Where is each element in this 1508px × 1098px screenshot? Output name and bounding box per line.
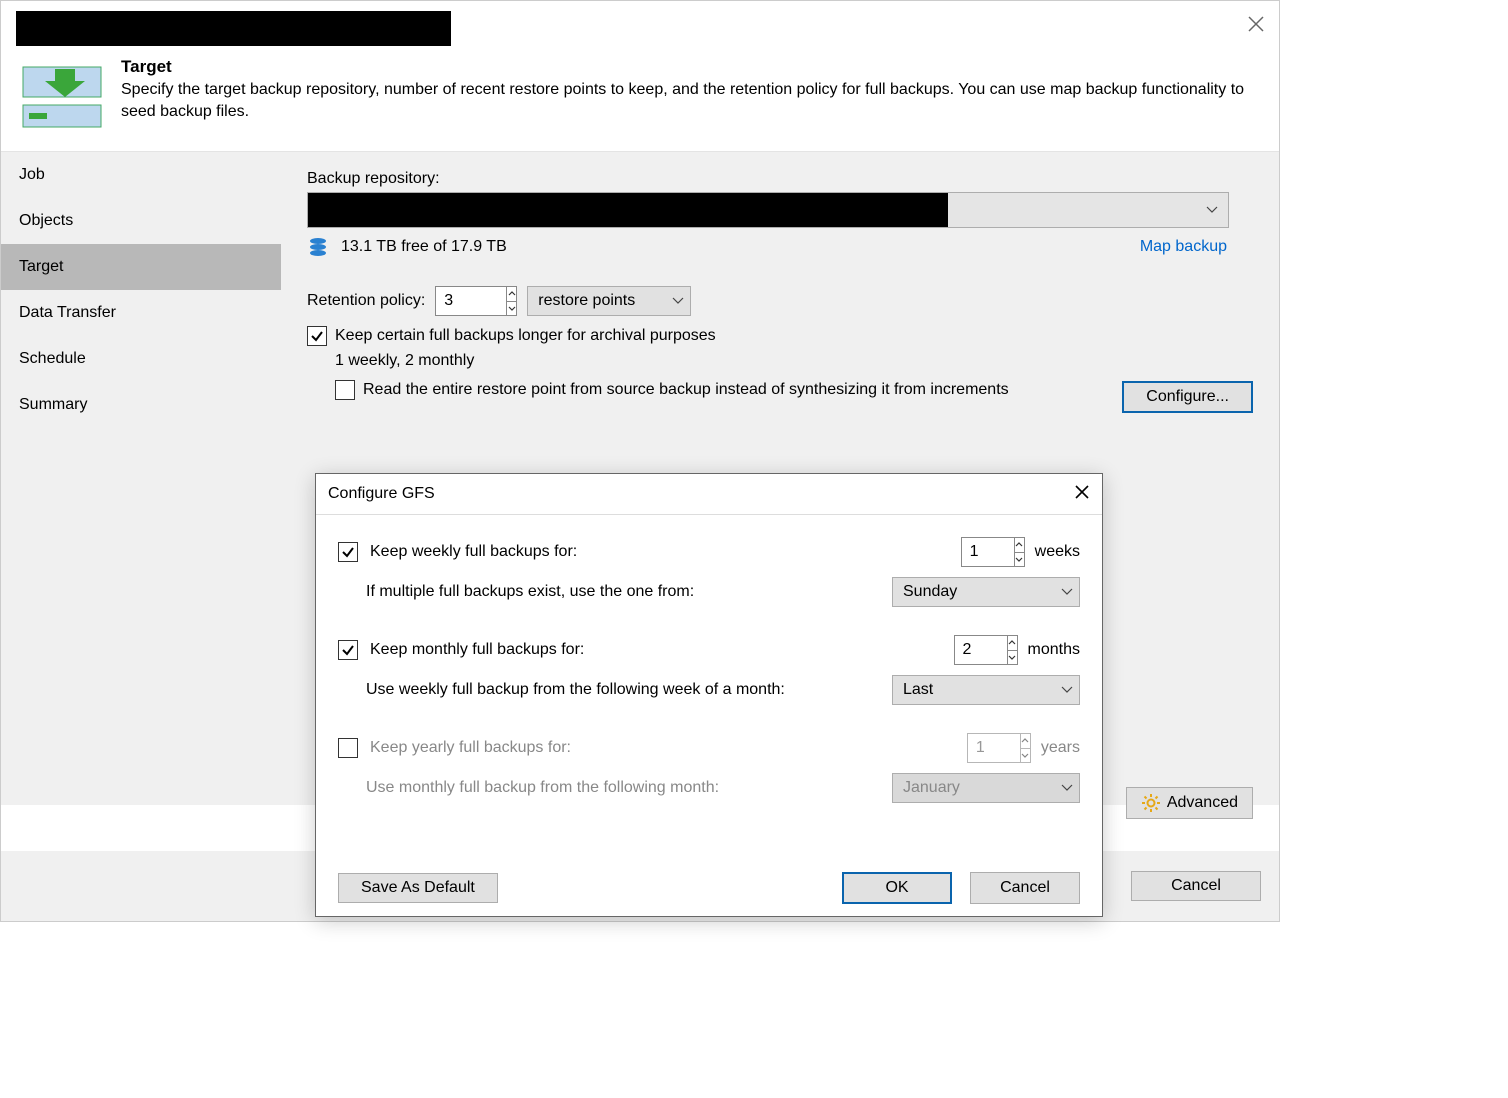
- dialog-close-button[interactable]: [1074, 484, 1090, 505]
- spinner-down-icon[interactable]: [1015, 553, 1024, 567]
- read-entire-label: Read the entire restore point from sourc…: [363, 381, 1009, 399]
- gfs-enable-checkbox[interactable]: [307, 326, 327, 346]
- gfs-yearly-label: Keep yearly full backups for:: [370, 739, 571, 757]
- spinner-down-icon: [1021, 749, 1030, 763]
- nav-item-data-transfer[interactable]: Data Transfer: [1, 290, 281, 336]
- chevron-down-icon: [1196, 193, 1228, 227]
- gfs-enable-label: Keep certain full backups longer for arc…: [335, 327, 716, 345]
- spinner-up-icon[interactable]: [1008, 636, 1017, 651]
- gfs-summary-text: 1 weekly, 2 monthly: [335, 352, 1253, 370]
- window-cancel-button[interactable]: Cancel: [1131, 871, 1261, 901]
- nav-item-job[interactable]: Job: [1, 152, 281, 198]
- backup-job-window: Target Specify the target backup reposit…: [0, 0, 1280, 922]
- gfs-yearly-unit: years: [1041, 739, 1080, 757]
- gfs-weekly-label: Keep weekly full backups for:: [370, 543, 577, 561]
- dialog-title: Configure GFS: [328, 485, 435, 503]
- gfs-weekly-checkbox[interactable]: [338, 542, 358, 562]
- gfs-yearly-month-dropdown: January: [892, 773, 1080, 803]
- gfs-weekly-day-dropdown[interactable]: Sunday: [892, 577, 1080, 607]
- page-description: Specify the target backup repository, nu…: [121, 79, 1265, 122]
- gfs-monthly-week-value: Last: [903, 681, 1061, 699]
- window-title-redacted: [16, 11, 451, 46]
- chevron-down-icon: [1061, 583, 1073, 601]
- gfs-weekly-spinner[interactable]: [961, 537, 1025, 567]
- configure-button[interactable]: Configure...: [1122, 381, 1253, 413]
- spinner-down-icon[interactable]: [507, 302, 516, 316]
- gfs-yearly-month-value: January: [903, 779, 1061, 797]
- free-space-text: 13.1 TB free of 17.9 TB: [341, 238, 507, 256]
- nav-item-objects[interactable]: Objects: [1, 198, 281, 244]
- backup-repository-dropdown[interactable]: [307, 192, 1229, 228]
- nav-item-schedule[interactable]: Schedule: [1, 336, 281, 382]
- configure-gfs-dialog: Configure GFS Keep weekly full backups f…: [315, 473, 1103, 917]
- gfs-monthly-spinner[interactable]: [954, 635, 1018, 665]
- gfs-monthly-week-dropdown[interactable]: Last: [892, 675, 1080, 705]
- target-header-icon: [15, 57, 105, 137]
- gfs-weekly-value[interactable]: [962, 538, 1014, 566]
- nav-item-target[interactable]: Target: [1, 244, 281, 290]
- close-icon: [1074, 484, 1090, 500]
- gfs-monthly-unit: months: [1028, 641, 1080, 659]
- retention-value-spinner[interactable]: [435, 286, 517, 316]
- close-icon: [1247, 15, 1265, 33]
- gfs-weekly-sub-label: If multiple full backups exist, use the …: [366, 583, 694, 601]
- gfs-weekly-unit: weeks: [1035, 543, 1080, 561]
- map-backup-link[interactable]: Map backup: [1140, 238, 1227, 256]
- retention-policy-label: Retention policy:: [307, 292, 425, 310]
- gfs-monthly-value[interactable]: [955, 636, 1007, 664]
- save-as-default-button[interactable]: Save As Default: [338, 873, 498, 903]
- spinner-up-icon[interactable]: [1015, 538, 1024, 553]
- spinner-down-icon[interactable]: [1008, 651, 1017, 665]
- nav-item-summary[interactable]: Summary: [1, 382, 281, 428]
- backup-repository-label: Backup repository:: [307, 170, 1253, 188]
- advanced-button[interactable]: Advanced: [1126, 787, 1253, 819]
- gfs-monthly-checkbox[interactable]: [338, 640, 358, 660]
- chevron-down-icon: [1061, 779, 1073, 797]
- gfs-yearly-sub-label: Use monthly full backup from the followi…: [366, 779, 719, 797]
- gfs-yearly-spinner: [967, 733, 1031, 763]
- gfs-monthly-label: Keep monthly full backups for:: [370, 641, 584, 659]
- gear-icon: [1141, 793, 1161, 813]
- dialog-ok-button[interactable]: OK: [842, 872, 952, 904]
- chevron-down-icon: [1061, 681, 1073, 699]
- gfs-monthly-group: Keep monthly full backups for: months: [338, 635, 1080, 705]
- spinner-up-icon[interactable]: [507, 287, 516, 302]
- advanced-button-label: Advanced: [1167, 794, 1238, 812]
- gfs-monthly-sub-label: Use weekly full backup from the followin…: [366, 681, 785, 699]
- spinner-up-icon: [1021, 734, 1030, 749]
- read-entire-checkbox[interactable]: [335, 380, 355, 400]
- retention-value-input[interactable]: [436, 287, 506, 315]
- disk-stack-icon: [307, 236, 329, 258]
- wizard-nav: Job Objects Target Data Transfer Schedul…: [1, 151, 281, 805]
- chevron-down-icon: [672, 292, 684, 310]
- gfs-weekly-group: Keep weekly full backups for: weeks: [338, 537, 1080, 607]
- window-close-button[interactable]: [1247, 15, 1265, 33]
- gfs-weekly-day-value: Sunday: [903, 583, 1061, 601]
- retention-unit-dropdown[interactable]: restore points: [527, 286, 691, 316]
- retention-unit-value: restore points: [538, 292, 672, 310]
- page-title: Target: [121, 57, 1265, 77]
- backup-repository-value-redacted: [308, 193, 948, 227]
- dialog-cancel-button[interactable]: Cancel: [970, 872, 1080, 904]
- gfs-yearly-group: Keep yearly full backups for: years: [338, 733, 1080, 803]
- gfs-yearly-checkbox[interactable]: [338, 738, 358, 758]
- gfs-yearly-value: [968, 734, 1020, 762]
